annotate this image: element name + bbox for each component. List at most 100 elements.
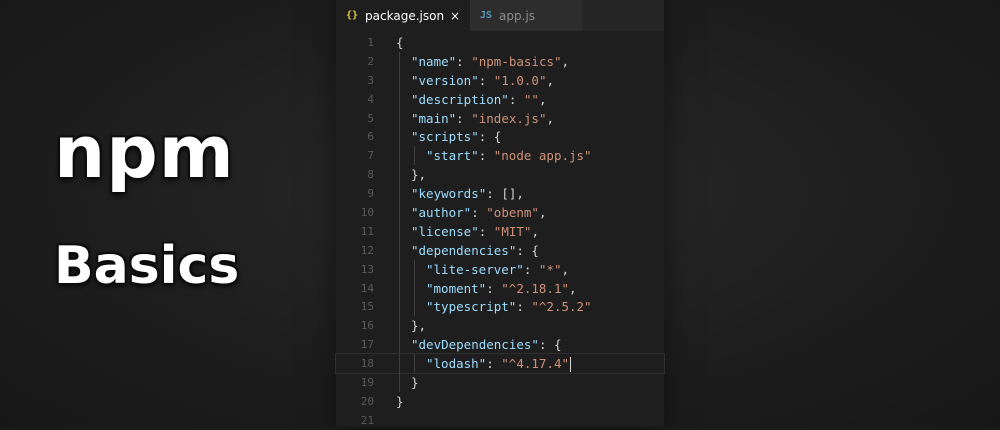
json-punctuation: : xyxy=(456,110,472,126)
code-line[interactable]: 4 "description": "", xyxy=(336,89,664,109)
code-line[interactable]: 5 "main": "index.js", xyxy=(336,108,664,128)
tab-bar: {} package.json × JS app.js xyxy=(336,0,664,31)
code-text: "scripts": { xyxy=(396,127,502,147)
line-number: 13 xyxy=(360,262,374,276)
line-number: 9 xyxy=(367,187,374,201)
code-text: } xyxy=(396,372,419,392)
code-line[interactable]: 12 "dependencies": { xyxy=(336,240,664,260)
code-text: "version": "1.0.0", xyxy=(396,70,555,90)
code-text: }, xyxy=(396,165,426,185)
code-text: "devDependencies": { xyxy=(396,335,562,355)
json-key: "typescript" xyxy=(426,299,517,315)
code-line[interactable]: 14 "moment": "^2.18.1", xyxy=(336,278,664,298)
json-string: "npm-basics" xyxy=(471,53,562,69)
code-text: "dependencies": { xyxy=(396,240,539,260)
code-text: } xyxy=(396,394,404,409)
json-key: "name" xyxy=(411,53,457,69)
json-punctuation: : xyxy=(471,204,487,220)
json-punctuation: : xyxy=(456,53,472,69)
line-number: 7 xyxy=(367,149,374,163)
code-line[interactable]: 6 "scripts": { xyxy=(336,127,664,147)
hero-subtitle: Basics xyxy=(54,236,240,296)
line-number: 16 xyxy=(360,319,374,333)
code-line[interactable]: 10 "author": "obenm", xyxy=(336,202,664,222)
json-key: "keywords" xyxy=(411,186,487,202)
json-key: "lodash" xyxy=(426,355,487,371)
indent-guide xyxy=(399,89,400,109)
json-punctuation: , xyxy=(546,72,555,88)
indent-guide xyxy=(399,353,400,373)
json-key: "version" xyxy=(411,72,479,88)
close-icon[interactable]: × xyxy=(450,9,460,23)
json-punctuation: , xyxy=(531,223,539,239)
code-line[interactable]: 20} xyxy=(336,392,664,411)
json-punctuation: } xyxy=(411,374,419,390)
indent-guide xyxy=(399,221,400,241)
indent-guide xyxy=(414,278,415,298)
line-number: 8 xyxy=(367,168,374,182)
js-file-icon: JS xyxy=(480,10,493,21)
json-key: "scripts" xyxy=(411,129,479,145)
code-line[interactable]: 13 "lite-server": "*", xyxy=(336,259,664,279)
code-line[interactable]: 1{ xyxy=(336,33,664,52)
json-punctuation: : [], xyxy=(486,186,524,202)
indent-guide xyxy=(399,278,400,298)
indent-guide xyxy=(399,165,400,185)
line-number: 6 xyxy=(367,130,374,144)
json-punctuation: , xyxy=(538,204,547,220)
text-cursor xyxy=(570,356,572,372)
indent-guide xyxy=(399,51,400,71)
json-punctuation: : { xyxy=(516,242,539,258)
json-punctuation: : xyxy=(478,223,494,239)
json-punctuation: : xyxy=(486,355,502,371)
code-line[interactable]: 11 "license": "MIT", xyxy=(336,221,664,241)
indent-guide xyxy=(414,259,415,279)
indent-guide xyxy=(399,108,400,128)
json-string: "node app.js" xyxy=(493,148,592,164)
tab-label: app.js xyxy=(499,8,536,23)
json-string: "^2.18.1" xyxy=(501,280,570,296)
json-punctuation: : xyxy=(523,261,539,277)
code-line[interactable]: 15 "typescript": "^2.5.2" xyxy=(336,297,664,317)
line-number: 1 xyxy=(367,35,374,49)
code-area[interactable]: 1{2 "name": "npm-basics", 3 "version": "1.0… xyxy=(335,31,665,430)
code-text: "author": "obenm", xyxy=(396,202,547,222)
code-line[interactable]: 9 "keywords": [], xyxy=(336,184,664,204)
json-key: "author" xyxy=(411,204,472,220)
line-number: 2 xyxy=(367,54,374,68)
json-key: "dependencies" xyxy=(411,242,517,258)
json-string: "^4.17.4" xyxy=(501,355,570,371)
code-text: "moment": "^2.18.1", xyxy=(396,278,577,298)
line-number: 20 xyxy=(360,394,374,408)
code-line[interactable]: 8}, xyxy=(336,165,664,185)
indent-guide xyxy=(399,297,400,317)
line-number: 5 xyxy=(367,111,374,125)
json-punctuation: , xyxy=(561,261,570,277)
tab-package-json[interactable]: {} package.json × xyxy=(336,0,470,31)
tab-app-js[interactable]: JS app.js xyxy=(470,0,582,31)
json-punctuation: : { xyxy=(478,129,502,145)
json-punctuation: : { xyxy=(538,337,562,353)
code-line[interactable]: 18 "lodash": "^4.17.4" xyxy=(335,353,665,375)
json-punctuation: : xyxy=(508,91,524,107)
code-line[interactable]: 17 "devDependencies": { xyxy=(336,335,664,355)
code-line[interactable]: 2 "name": "npm-basics", xyxy=(336,51,664,71)
indent-guide xyxy=(399,240,400,260)
line-number: 11 xyxy=(360,224,374,238)
json-key: "license" xyxy=(411,223,479,239)
code-line[interactable]: 19} xyxy=(336,372,664,392)
json-key: "start" xyxy=(426,148,479,164)
line-number: 10 xyxy=(360,205,374,219)
json-punctuation: , xyxy=(538,91,547,107)
json-key: "moment" xyxy=(426,280,487,296)
code-line[interactable]: 3 "version": "1.0.0", xyxy=(336,70,664,90)
line-number: 3 xyxy=(367,73,374,87)
indent-guide xyxy=(399,202,400,222)
line-number: 21 xyxy=(360,413,374,427)
code-line[interactable]: 16}, xyxy=(336,316,664,336)
hero-title: npm xyxy=(54,110,235,194)
json-punctuation: { xyxy=(396,34,404,50)
json-string: "MIT" xyxy=(493,223,532,239)
code-line[interactable]: 7 "start": "node app.js" xyxy=(336,146,664,166)
code-text: "main": "index.js", xyxy=(396,108,554,128)
